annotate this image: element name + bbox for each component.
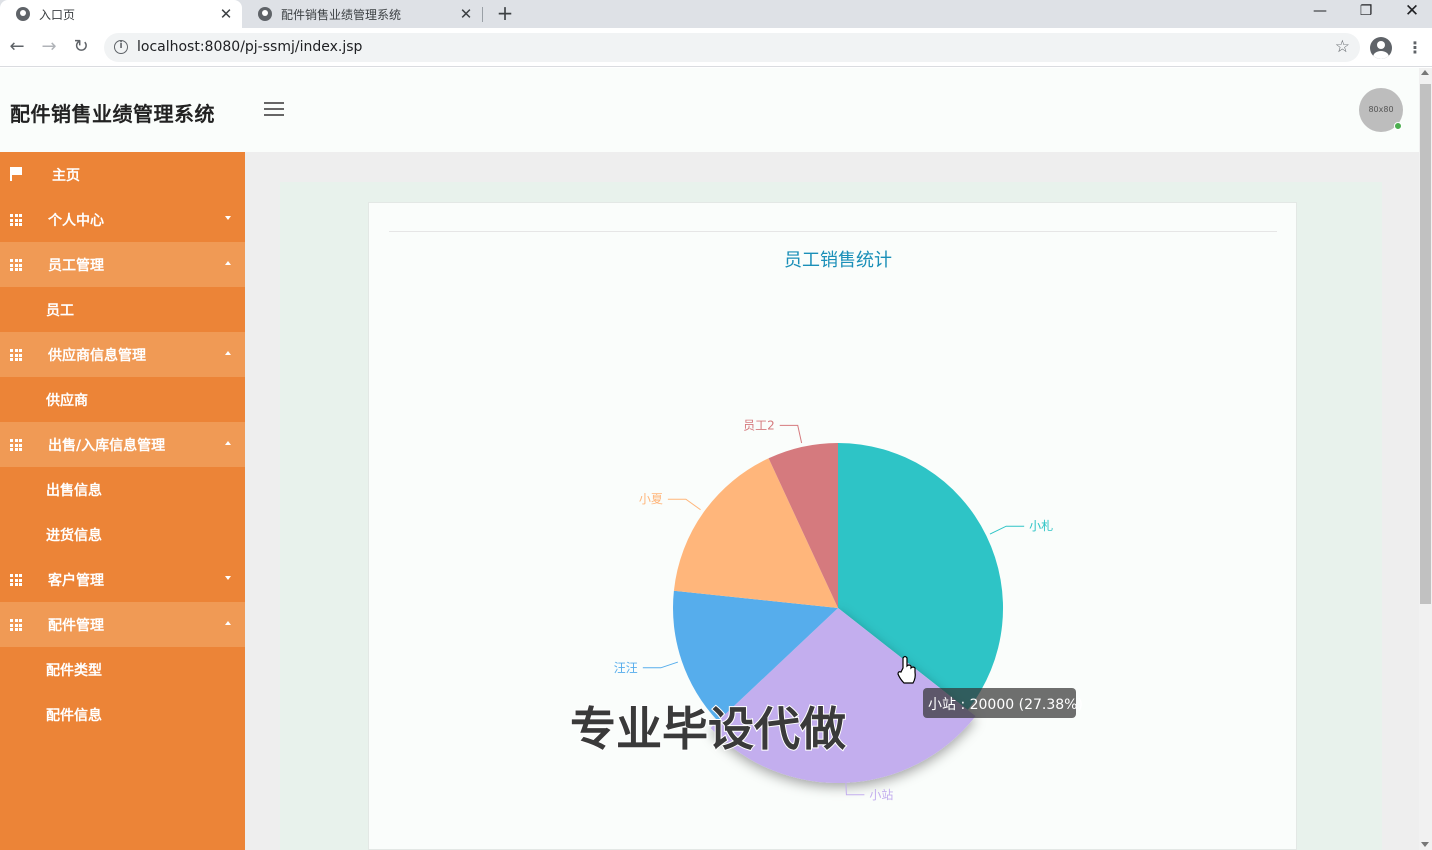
forward-icon[interactable]: → xyxy=(38,36,60,58)
slice-label: 小夏 xyxy=(639,492,663,506)
back-icon[interactable]: ← xyxy=(6,36,28,58)
watermark-text: 专业毕设代做 xyxy=(570,702,846,756)
slice-label-line xyxy=(642,661,679,669)
scrollbar-thumb[interactable] xyxy=(1420,84,1431,604)
tooltip-text: 小站 : 20000 (27.38%) xyxy=(928,697,1083,713)
address-bar[interactable]: i localhost:8080/pj-ssmj/index.jsp ☆ xyxy=(104,33,1360,62)
globe-icon xyxy=(16,7,30,21)
new-tab-icon[interactable]: + xyxy=(494,2,516,24)
chart-tooltip: 小站 : 20000 (27.38%) xyxy=(923,688,1083,718)
tab-separator xyxy=(482,7,483,22)
info-icon[interactable]: i xyxy=(114,40,128,54)
menu-dots-icon[interactable]: ⋮ xyxy=(1407,38,1423,58)
browser-tab-2[interactable]: 配件销售业绩管理系统 ✕ xyxy=(242,0,482,28)
minimize-icon[interactable]: — xyxy=(1297,0,1343,24)
slice-label: 小站 xyxy=(869,788,893,802)
slice-label: 汪汪 xyxy=(614,661,638,675)
window-close-icon[interactable]: ✕ xyxy=(1389,0,1432,24)
scroll-down-icon[interactable] xyxy=(1421,842,1429,847)
url-text: localhost:8080/pj-ssmj/index.jsp xyxy=(137,39,363,55)
browser-tab-1[interactable]: 入口页 ✕ xyxy=(0,0,242,28)
profile-icon[interactable] xyxy=(1370,37,1392,59)
close-icon[interactable]: ✕ xyxy=(456,5,476,23)
slice-label-line xyxy=(779,424,803,444)
globe-icon xyxy=(258,7,272,21)
tab-label: 入口页 xyxy=(39,7,76,22)
slice-label-line xyxy=(989,525,1025,535)
slice-label: 小札 xyxy=(1029,519,1053,533)
tab-label: 配件销售业绩管理系统 xyxy=(281,7,402,22)
slice-label-line xyxy=(667,498,701,511)
slice-label: 员工2 xyxy=(743,418,775,432)
scroll-up-icon[interactable] xyxy=(1421,70,1429,75)
reload-icon[interactable]: ↻ xyxy=(70,36,92,58)
chart-title: 员工销售统计 xyxy=(784,250,892,271)
close-icon[interactable]: ✕ xyxy=(216,5,236,23)
restore-icon[interactable]: ❐ xyxy=(1343,0,1389,24)
browser-toolbar: ← → ↻ i localhost:8080/pj-ssmj/index.jsp… xyxy=(0,28,1432,67)
star-icon[interactable]: ☆ xyxy=(1335,37,1350,57)
browser-tabstrip: 入口页 ✕ 配件销售业绩管理系统 ✕ + — ❐ ✕ xyxy=(0,0,1432,28)
pie-chart: 员工销售统计小札小站 汪汪 小夏 员工2 专业毕设代做 小站 : 20000 (27.38… xyxy=(569,250,1083,802)
page: 配件销售业绩管理系统 80x80 主页 个人中心 员工管理 员工 供应商信息管理 供应商出… xyxy=(0,68,1419,850)
